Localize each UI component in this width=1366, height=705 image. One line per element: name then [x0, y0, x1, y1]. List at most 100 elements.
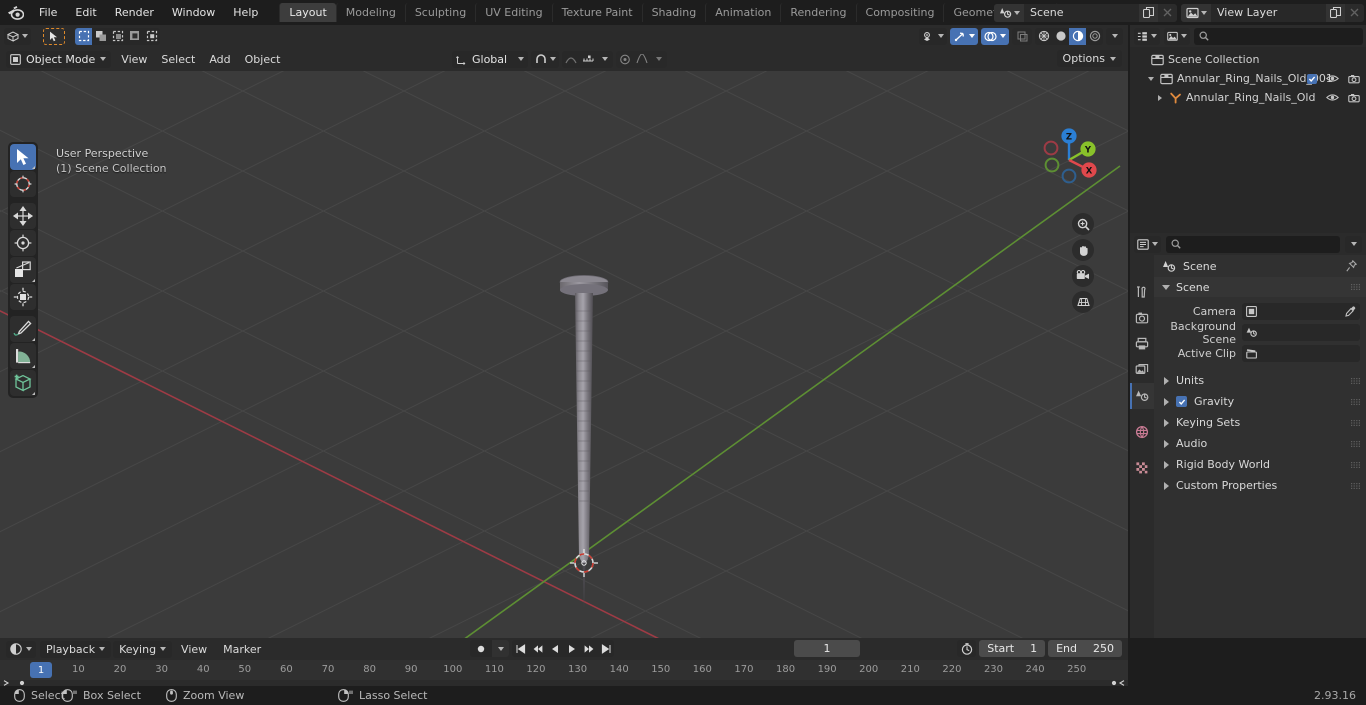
properties-tab-tool[interactable] — [1130, 279, 1154, 305]
xray-icon[interactable] — [1012, 27, 1032, 45]
orthographic-toggle-icon[interactable] — [1072, 291, 1094, 313]
wireframe-icon[interactable] — [1035, 28, 1052, 45]
menu-edit[interactable]: Edit — [66, 0, 105, 25]
show-gizmo-icon[interactable] — [919, 27, 947, 45]
scene-selector[interactable]: Scene — [994, 3, 1177, 22]
panel-keying-sets[interactable]: Keying Sets — [1154, 412, 1366, 433]
viewport-menu-view[interactable]: View — [114, 51, 154, 68]
viewport-menu-object[interactable]: Object — [238, 51, 288, 68]
pin-icon[interactable] — [1346, 260, 1357, 272]
proportional-edit-icon[interactable] — [562, 51, 579, 68]
shading-chevron-icon[interactable] — [1106, 27, 1123, 45]
falloff-smooth-icon[interactable] — [633, 51, 650, 68]
jump-end-icon[interactable] — [597, 640, 614, 657]
disclosure-closed-icon[interactable] — [1164, 397, 1169, 406]
panel-units[interactable]: Units — [1154, 370, 1366, 391]
record-group[interactable] — [470, 640, 509, 657]
properties-editor[interactable]: Scene Scene Camera Background Scene Active… — [1130, 233, 1366, 638]
auto-keying-icon[interactable] — [957, 640, 977, 657]
measure-tool[interactable] — [10, 343, 36, 369]
disclosure-closed-icon[interactable] — [1164, 460, 1169, 469]
panel-audio[interactable]: Audio — [1154, 433, 1366, 454]
navigation-gizmo[interactable]: Z Y X — [1027, 118, 1111, 202]
properties-tab-scene[interactable] — [1130, 383, 1154, 409]
timeline-scrubber[interactable]: 10 20 30 40 50 60 70 80 90 100 110 120 130 140 150 160 1… — [0, 660, 1128, 680]
proportional-edit-group[interactable] — [562, 50, 613, 68]
snap-magnet-icon[interactable] — [531, 50, 559, 68]
property-value-field[interactable] — [1242, 345, 1360, 362]
workspace-tab-compositing[interactable]: Compositing — [855, 3, 944, 22]
material-preview-icon[interactable] — [1069, 27, 1086, 45]
interaction-mode-selector[interactable]: Object Mode — [6, 50, 112, 68]
workspace-tab-rendering[interactable]: Rendering — [780, 3, 855, 22]
editor-type-3dview-icon[interactable] — [4, 27, 31, 45]
play-reverse-icon[interactable] — [546, 640, 563, 657]
timeline-editor[interactable]: Playback Keying View Marker 1 Start 1 En… — [0, 638, 1128, 686]
outliner-editor[interactable]: Scene Collection Annular_Ring_Nails_Old_0… — [1130, 25, 1366, 233]
panel-header-scene[interactable]: Scene — [1154, 277, 1366, 297]
properties-tab-world[interactable] — [1130, 419, 1154, 445]
hand-pan-icon[interactable] — [1072, 239, 1094, 261]
timeline-playhead[interactable]: 1 — [30, 662, 52, 678]
disclosure-closed-icon[interactable] — [1164, 439, 1169, 448]
panel-custom-properties[interactable]: Custom Properties — [1154, 475, 1366, 496]
timeline-menu-keying[interactable]: Keying — [113, 640, 173, 658]
prev-keyframe-icon[interactable] — [529, 640, 546, 657]
select-mode-group[interactable] — [75, 27, 160, 45]
properties-tab-view-layer[interactable] — [1130, 357, 1154, 383]
outliner-search-field[interactable] — [1213, 29, 1358, 43]
timeline-menu-view[interactable]: View — [174, 641, 214, 658]
camera-render-visibility-icon[interactable] — [1348, 93, 1360, 103]
view-layer-icon[interactable] — [1181, 3, 1211, 22]
editor-type-properties-icon[interactable] — [1134, 235, 1161, 253]
disclosure-closed-icon[interactable] — [1164, 418, 1169, 427]
workspace-tab-modeling[interactable]: Modeling — [335, 3, 405, 22]
transform-tool[interactable] — [10, 284, 36, 310]
eyedropper-icon[interactable] — [1345, 306, 1356, 317]
add-cube-tool[interactable] — [10, 370, 36, 396]
camera-view-icon[interactable] — [1072, 265, 1094, 287]
shading-mode-group[interactable] — [1035, 27, 1103, 45]
menu-render[interactable]: Render — [106, 0, 163, 25]
remove-view-layer-icon[interactable] — [1345, 3, 1364, 22]
transport-buttons[interactable] — [512, 640, 614, 657]
properties-tab-texture[interactable] — [1130, 455, 1154, 481]
menu-file[interactable]: File — [30, 0, 66, 25]
panel-gravity[interactable]: Gravity — [1154, 391, 1366, 412]
jump-start-icon[interactable] — [512, 640, 529, 657]
viewport-menu-select[interactable]: Select — [154, 51, 202, 68]
rotate-tool[interactable] — [10, 230, 36, 256]
select-new-icon[interactable] — [75, 27, 92, 45]
property-value-field[interactable] — [1242, 324, 1360, 341]
disclosure-open-icon[interactable] — [1162, 284, 1170, 290]
panel-rigid-body-world[interactable]: Rigid Body World — [1154, 454, 1366, 475]
view-layer-selector[interactable]: View Layer — [1181, 3, 1364, 22]
properties-search-input[interactable] — [1166, 235, 1340, 253]
start-frame-field[interactable]: Start 1 — [979, 640, 1046, 657]
workspace-tab-layout[interactable]: Layout — [279, 3, 336, 22]
3d-viewport[interactable]: Object Mode View Select Add Object Global — [0, 25, 1128, 638]
new-scene-icon[interactable] — [1139, 3, 1158, 22]
falloff-group[interactable] — [616, 50, 667, 68]
properties-content[interactable]: Scene Scene Camera Background Scene Active… — [1154, 255, 1366, 638]
select-invert-icon[interactable] — [126, 28, 143, 45]
annotate-tool[interactable] — [10, 316, 36, 342]
editor-type-outliner-icon[interactable] — [1134, 27, 1160, 45]
menu-window[interactable]: Window — [163, 0, 224, 25]
workspace-tab-animation[interactable]: Animation — [705, 3, 780, 22]
outliner-tree[interactable]: Scene Collection Annular_Ring_Nails_Old_0… — [1130, 47, 1366, 233]
timeline-menu-playback[interactable]: Playback — [40, 640, 112, 658]
property-value-field[interactable] — [1242, 303, 1360, 320]
select-extend-icon[interactable] — [92, 28, 109, 45]
disclosure-closed-icon[interactable] — [1154, 94, 1165, 101]
properties-tab-output[interactable] — [1130, 331, 1154, 357]
workspace-tab-shading[interactable]: Shading — [641, 3, 706, 22]
tweak-tool[interactable] — [10, 144, 36, 170]
solid-icon[interactable] — [1052, 28, 1069, 45]
viewport-menu-add[interactable]: Add — [202, 51, 237, 68]
scene-icon[interactable] — [994, 3, 1024, 22]
transform-orientation-selector[interactable]: Global — [452, 50, 528, 68]
record-dot-icon[interactable] — [470, 640, 492, 657]
cursor-tool[interactable] — [10, 171, 36, 197]
next-keyframe-icon[interactable] — [580, 640, 597, 657]
